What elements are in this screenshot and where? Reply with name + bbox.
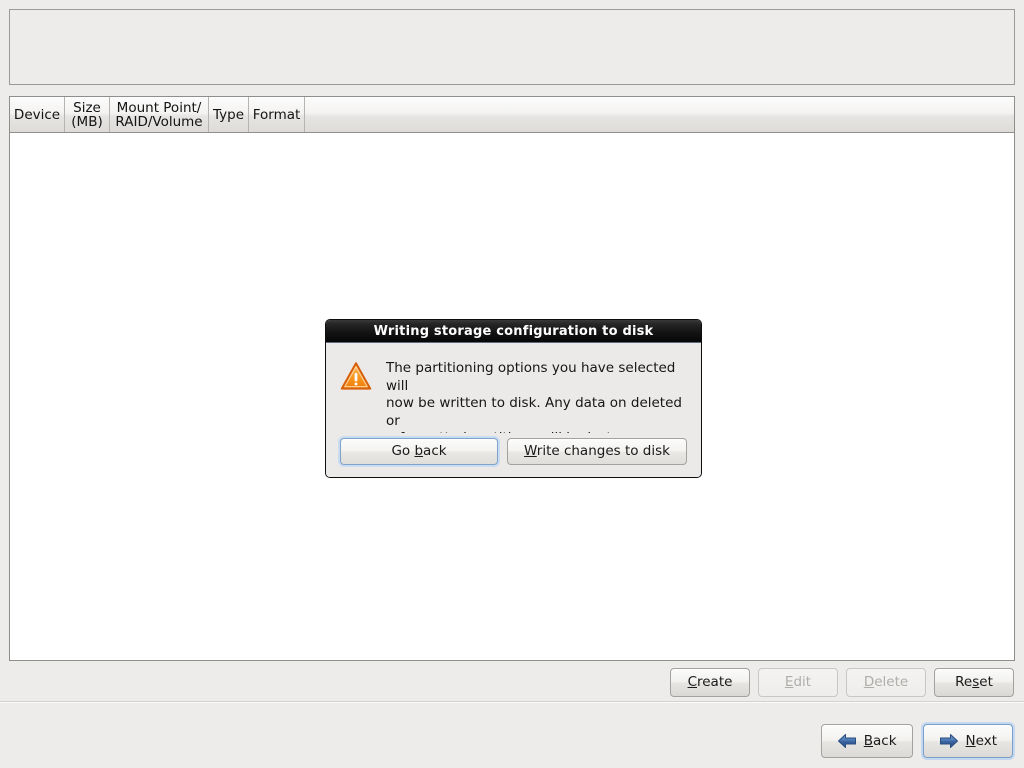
reset-button-label-post: et	[979, 674, 993, 690]
next-button[interactable]: Next	[922, 724, 1013, 758]
warning-triangle-icon	[340, 360, 372, 392]
table-column-header-type[interactable]: Type	[209, 97, 249, 132]
create-button-mnemonic: C	[687, 674, 697, 690]
writing-storage-configuration-dialog: Writing storage configuration to disk Th…	[325, 319, 702, 478]
dialog-container: Writing storage configuration to disk Th…	[325, 319, 702, 478]
wizard-nav-bar: Back Next	[0, 718, 1024, 764]
go-back-label-post: ack	[423, 443, 447, 459]
table-column-header-filler	[305, 97, 1014, 132]
reset-button-label-pre: Re	[955, 674, 973, 690]
delete-button-mnemonic: D	[863, 674, 875, 690]
table-header-row: Device Size (MB) Mount Point/ RAID/Volum…	[10, 97, 1014, 133]
create-button[interactable]: Create	[670, 667, 750, 697]
edit-button-label: dit	[793, 674, 812, 690]
write-changes-label: rite changes to disk	[536, 443, 670, 459]
next-button-label: ext	[975, 733, 997, 749]
back-button-label: ack	[873, 733, 897, 749]
back-button-mnemonic: B	[863, 733, 874, 749]
create-button-label: reate	[697, 674, 733, 690]
go-back-label-pre: Go	[391, 443, 415, 459]
go-back-button[interactable]: Go back	[340, 437, 499, 465]
edit-button[interactable]: Edit	[758, 667, 838, 697]
write-changes-to-disk-button[interactable]: Write changes to disk	[507, 437, 687, 465]
partition-action-bar: Create Edit Delete Reset	[0, 664, 1024, 700]
table-column-header-size[interactable]: Size (MB)	[65, 97, 110, 132]
dialog-title: Writing storage configuration to disk	[373, 323, 654, 339]
dialog-button-row: Go back Write changes to disk	[326, 433, 701, 477]
next-button-mnemonic: N	[965, 733, 976, 749]
table-column-header-device[interactable]: Device	[10, 97, 65, 132]
table-column-header-mount-point[interactable]: Mount Point/ RAID/Volume	[110, 97, 209, 132]
back-button[interactable]: Back	[820, 724, 913, 758]
go-back-mnemonic: b	[414, 443, 424, 459]
table-column-header-format[interactable]: Format	[249, 97, 305, 132]
dialog-titlebar: Writing storage configuration to disk	[326, 320, 701, 343]
reset-button[interactable]: Reset	[934, 667, 1014, 697]
delete-button[interactable]: Delete	[846, 667, 926, 697]
delete-button-label: elete	[874, 674, 909, 690]
arrow-left-icon	[837, 733, 857, 749]
drive-graph-panel	[9, 9, 1015, 85]
arrow-right-icon	[939, 733, 959, 749]
write-changes-mnemonic: W	[524, 443, 537, 459]
nav-separator	[0, 701, 1024, 703]
